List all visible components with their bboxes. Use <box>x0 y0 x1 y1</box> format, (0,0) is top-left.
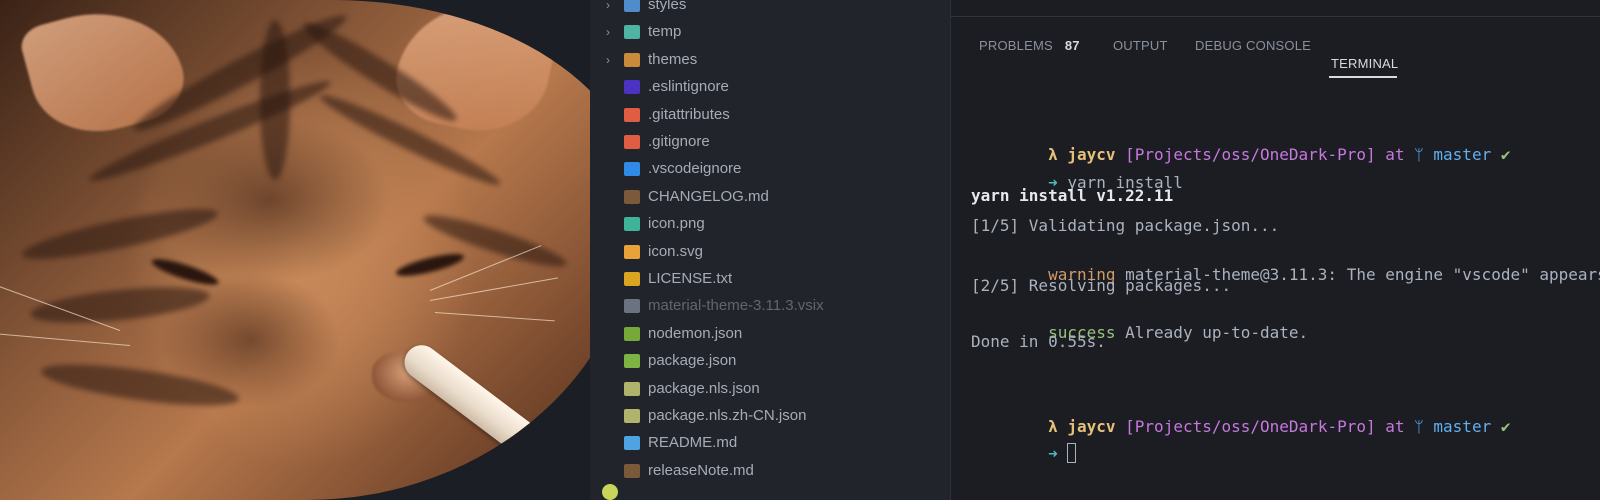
json-icon <box>624 381 640 396</box>
folder-icon <box>624 0 640 12</box>
markdown-icon <box>624 189 640 204</box>
panel-divider <box>951 16 1600 17</box>
explorer-item-label: temp <box>648 23 682 41</box>
success-text: Already up-to-date. <box>1125 323 1309 342</box>
explorer-item-label: themes <box>648 50 698 68</box>
output-step1: [1/5] Validating package.json... <box>971 216 1280 235</box>
active-tab-indicator <box>1329 76 1397 78</box>
output-version: yarn install v1.22.11 <box>971 186 1174 205</box>
vscode-icon <box>624 162 640 177</box>
git-branch-icon: ᛘ <box>1414 145 1424 164</box>
tab-output-label: OUTPUT <box>1113 38 1168 53</box>
json-icon <box>624 409 640 423</box>
svg-icon <box>624 244 640 259</box>
explorer-item-label: .vscodeignore <box>648 160 742 178</box>
markdown-icon <box>624 463 640 478</box>
output-done: Done in 0.55s. <box>971 332 1106 351</box>
tab-problems[interactable]: PROBLEMS 87 <box>979 38 1080 53</box>
tab-debug-console[interactable]: DEBUG CONSOLE <box>1195 38 1311 53</box>
prompt-path: [Projects/oss/OneDark-Pro] <box>1125 417 1376 436</box>
chevron-right-icon[interactable]: › <box>606 0 618 18</box>
check-icon: ✔ <box>1500 417 1511 436</box>
chevron-right-icon[interactable]: › <box>606 47 618 73</box>
cat-photo <box>0 0 640 500</box>
git-icon <box>624 135 640 149</box>
git-icon <box>624 107 640 122</box>
bottom-panel: PROBLEMS 87 OUTPUT DEBUG CONSOLE TERMINAL… <box>950 0 1600 500</box>
explorer-item-label: package.nls.json <box>648 379 760 397</box>
info-icon <box>624 436 640 451</box>
explorer-item-label: package.json <box>648 352 737 370</box>
explorer-item-label: .gitignore <box>648 133 710 150</box>
explorer-item-label: icon.svg <box>648 242 704 260</box>
problems-count-badge: 87 <box>1064 38 1080 53</box>
explorer-item-label: nodemon.json <box>648 324 743 342</box>
nodemon-icon <box>624 326 640 341</box>
explorer-item-label: .gitattributes <box>648 105 730 123</box>
json-icon <box>624 354 640 369</box>
image-icon <box>624 217 640 232</box>
explorer-item-label: material-theme-3.11.3.vsix <box>648 297 824 315</box>
explorer-item-label: README.md <box>648 434 738 452</box>
prompt-branch: master <box>1433 145 1492 164</box>
tab-debug-console-label: DEBUG CONSOLE <box>1195 38 1312 53</box>
input-line[interactable]: ➜ <box>971 424 1077 482</box>
screenshot-stage: › styles › temp › themes .eslintignore .gitattr… <box>0 0 1600 500</box>
folder-icon <box>624 52 640 67</box>
package-icon <box>624 299 640 314</box>
license-icon <box>624 272 640 286</box>
tab-terminal[interactable]: TERMINAL <box>1331 56 1398 71</box>
output-step2: [2/5] Resolving packages... <box>971 276 1232 295</box>
prompt-at: at <box>1385 145 1405 164</box>
prompt-branch: master <box>1433 417 1492 436</box>
tab-problems-label: PROBLEMS <box>979 38 1053 53</box>
eslint-icon <box>624 80 640 95</box>
terminal-cursor <box>1067 443 1077 463</box>
status-dot-icon <box>602 484 618 500</box>
tab-terminal-label: TERMINAL <box>1331 56 1399 71</box>
explorer-item-label: .eslintignore <box>648 78 729 96</box>
chevron-right-icon[interactable]: › <box>606 19 618 45</box>
tab-output[interactable]: OUTPUT <box>1113 38 1168 53</box>
explorer-item-label: styles <box>648 0 687 13</box>
folder-icon <box>624 25 640 40</box>
explorer-sidebar: › styles › temp › themes .eslintignore .gitattr… <box>590 0 950 500</box>
explorer-item-label: package.nls.zh-CN.json <box>648 407 807 424</box>
arrow-icon: ➜ <box>1048 444 1058 463</box>
explorer-item-label: releaseNote.md <box>648 461 754 479</box>
cigarette <box>397 338 588 494</box>
explorer-item-label: CHANGELOG.md <box>648 187 769 205</box>
check-icon: ✔ <box>1500 145 1511 164</box>
git-branch-icon: ᛘ <box>1414 417 1424 436</box>
cigarette-tip <box>543 447 588 494</box>
explorer-item-label: LICENSE.txt <box>648 270 733 287</box>
explorer-item-label: icon.png <box>648 215 705 233</box>
prompt-at: at <box>1385 417 1405 436</box>
